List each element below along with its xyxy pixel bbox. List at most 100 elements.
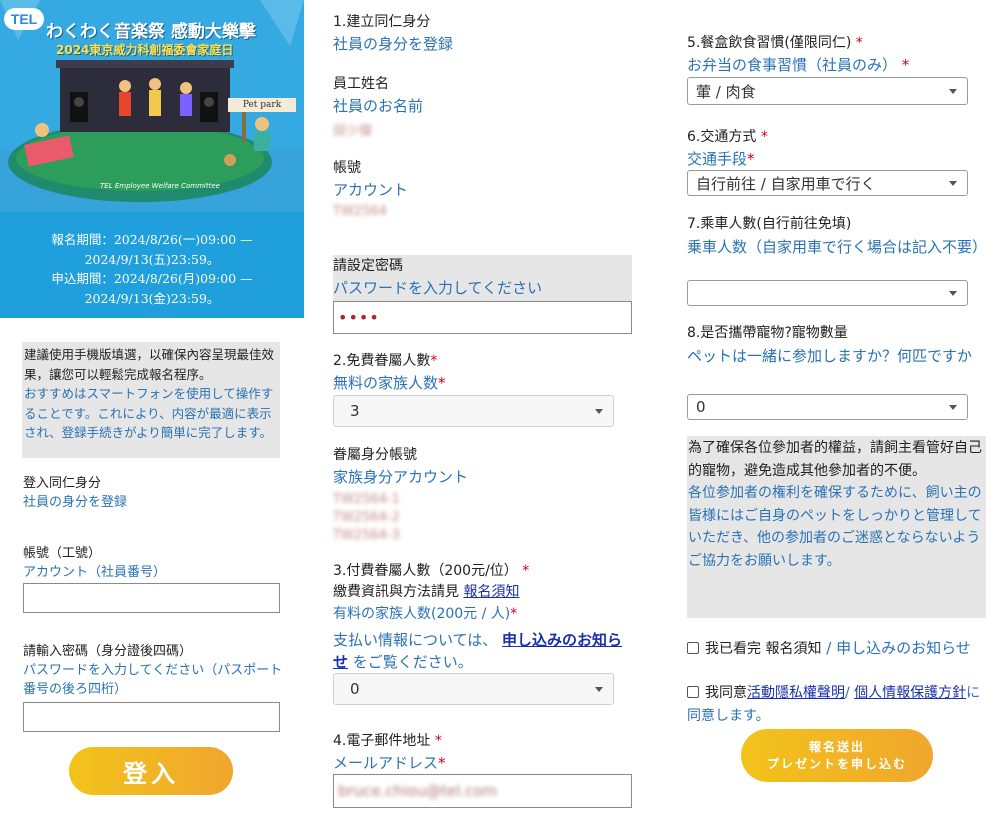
paid-family-count-label: 3.付費眷屬人數（200元/位） * — [333, 561, 633, 582]
registration-notice-link[interactable]: 報名須知 — [463, 584, 519, 600]
agree-notice-row: 我已看完 報名須知 / 申し込みのお知らせ — [687, 636, 987, 661]
required-star: * — [522, 563, 530, 579]
free-family-count-label: 2.免費眷屬人數* — [333, 351, 633, 372]
registration-period: 報名期間：2024/8/26(一)09:00 — 2024/9/13(五)23:… — [0, 212, 304, 318]
transport-label-jp-text: 交通手段 — [687, 150, 748, 168]
transport-label-text: 6.交通方式 — [687, 129, 757, 145]
pet-count-select[interactable]: 0 — [687, 394, 968, 420]
free-family-count-label-jp: 無料の家族人数* — [333, 372, 633, 394]
passenger-count-field: 7.乘車人數(自行前往免填) 乗車人数（自家用車で行く場合は記入不要） — [687, 214, 987, 259]
required-star: * — [438, 374, 446, 392]
email-input[interactable]: bruce.chiou@tel.com — [333, 774, 632, 808]
login-heading: 登入同仁身分 社員の身分を登録 — [23, 474, 283, 512]
transport-label: 6.交通方式 * — [687, 127, 987, 148]
payment-info-note-jp-pre: 支払い情報については、 — [333, 631, 498, 649]
chevron-down-icon — [949, 291, 957, 296]
personal-info-policy-link[interactable]: 個人情報保護方針 — [854, 685, 966, 701]
meal-preference-value: 葷 / 肉食 — [696, 82, 756, 101]
submit-button[interactable]: 報名送出 プレゼントを申し込む — [741, 729, 933, 782]
agree-privacy-sep: / — [845, 685, 850, 701]
section-1-title: 1.建立同仁身分 — [333, 14, 431, 30]
period-line-4: 2024/9/13(金)23:59。 — [84, 290, 220, 306]
chevron-down-icon — [949, 405, 957, 410]
login-button[interactable]: 登入 — [69, 747, 233, 795]
period-line-1: 報名期間：2024/8/26(一)09:00 — — [51, 232, 253, 247]
agree-notice-sep: / — [826, 639, 832, 657]
employee-name-label: 員工姓名 — [333, 76, 389, 92]
agree-privacy-checkbox[interactable] — [687, 686, 699, 698]
email-label-jp-text: メールアドレス — [333, 754, 439, 772]
meal-preference-field: 5.餐盒飲食習慣(僅限同仁) * お弁当の食事習慣（社員のみ） * — [687, 33, 987, 76]
account-value: TW2564 — [333, 204, 387, 219]
committee-label: TEL Employee Welfare Committee — [100, 182, 220, 190]
transport-select[interactable]: 自行前往 / 自家用車で行く — [687, 170, 968, 196]
pet-notice: 為了確保各位參加者的權益，請飼主看管好自己的寵物，避免造成其他參加者的不便。 各… — [687, 436, 986, 618]
family-account-label: 眷屬身分帳號 — [333, 447, 417, 463]
free-family-count-select[interactable]: 3 — [333, 395, 614, 427]
period-line-3: 申込期間：2024/8/26(月)09:00 — — [51, 271, 253, 286]
employee-name-field: 員工姓名 社員のお名前 邱少傑 — [333, 74, 633, 139]
pet-notice-jp: 各位参加者の権利を確保するために、飼い主の皆様にはご自身のペットをしっかりと管理… — [688, 485, 982, 569]
submit-button-zh: 報名送出 — [808, 739, 865, 754]
pet-count-field: 8.是否攜帶寵物?寵物數量 ペットは一緒に参加しますか？何匹ですか — [687, 323, 987, 368]
account-label: 帳號 — [333, 160, 361, 176]
required-star: * — [760, 129, 768, 145]
login-account-label-jp: アカウント（社員番号） — [23, 565, 167, 580]
paid-family-count-select[interactable]: 0 — [333, 673, 614, 705]
submit-button-jp: プレゼントを申し込む — [766, 756, 907, 771]
agree-privacy-row: 我同意活動隱私權聲明/ 個人情報保護方針に同意します。 — [687, 682, 987, 728]
banner-title: わくわく音楽祭 感動大樂擊 — [46, 22, 256, 42]
required-star: * — [747, 150, 755, 168]
free-family-count-field: 2.免費眷屬人數* 無料の家族人数* — [333, 351, 633, 394]
paid-family-count-label-jp-text: 有料の家族人数(200元 / 人) — [333, 606, 511, 622]
family-account-value-2: TW2564-2 — [333, 510, 400, 525]
set-password-label-jp: パスワードを入力してください — [333, 279, 543, 297]
transport-value: 自行前往 / 自家用車で行く — [696, 174, 876, 193]
free-family-count-value: 3 — [350, 402, 360, 420]
pet-notice-zh: 為了確保各位參加者的權益，請飼主看管好自己的寵物，避免造成其他參加者的不便。 — [688, 440, 982, 479]
period-line-2: 2024/9/13(五)23:59。 — [84, 251, 220, 267]
transport-label-jp: 交通手段* — [687, 148, 987, 170]
paid-family-count-value: 0 — [350, 680, 360, 698]
email-label-jp: メールアドレス* — [333, 752, 633, 774]
login-account-label: 帳號（工號） アカウント（社員番号） — [23, 544, 283, 582]
payment-info-note-text: 繳費資訊與方法請見 — [333, 584, 459, 600]
mobile-notice-jp: おすすめはスマートフォンを使用して操作することです。これにより、内容が最適に表示… — [24, 386, 274, 440]
tel-logo: TEL — [4, 8, 44, 30]
agree-notice-checkbox[interactable] — [687, 642, 699, 654]
set-password-field: 請設定密碼 パスワードを入力してください — [333, 255, 632, 301]
payment-info-note-jp: 支払い情報については、 申し込みのお知らせ をご覧ください。 — [333, 629, 633, 673]
passenger-count-label-jp: 乗車人数（自家用車で行く場合は記入不要） — [687, 238, 988, 256]
meal-preference-label-jp-text: お弁当の食事習慣（社員のみ） — [687, 56, 898, 74]
pet-count-value: 0 — [696, 398, 706, 416]
paid-family-count-label-text: 3.付費眷屬人數（200元/位） — [333, 563, 518, 579]
set-password-label: 請設定密碼 — [333, 258, 403, 274]
passenger-count-select[interactable] — [687, 280, 968, 306]
agree-privacy-pre: 我同意 — [705, 685, 747, 701]
login-password-label-zh: 請輸入密碼（身分證後四碼） — [23, 644, 193, 659]
email-label-text: 4.電子郵件地址 — [333, 733, 431, 749]
meal-preference-label-jp: お弁当の食事習慣（社員のみ） * — [687, 54, 987, 76]
pet-count-label: 8.是否攜帶寵物?寵物數量 — [687, 325, 848, 341]
payment-info-note-jp-post: をご覧ください。 — [352, 653, 473, 671]
family-account-value-3: TW2564-3 — [333, 528, 400, 543]
login-password-label: 請輸入密碼（身分證後四碼） パスワードを入力してください（パスポート番号の後ろ四… — [23, 642, 283, 699]
login-password-input[interactable] — [23, 702, 280, 732]
required-star: * — [855, 35, 863, 51]
account-label-jp: アカウント — [333, 181, 409, 199]
family-account-value-1: TW2564-1 — [333, 492, 400, 507]
employee-name-value: 邱少傑 — [333, 124, 373, 139]
section-1-title-jp: 社員の身分を登録 — [333, 35, 454, 53]
email-value: bruce.chiou@tel.com — [338, 782, 498, 800]
free-family-count-label-text: 2.免費眷屬人數 — [333, 353, 431, 369]
agree-notice-jp: 申し込みのお知らせ — [836, 639, 971, 657]
privacy-statement-link[interactable]: 活動隱私權聲明 — [747, 685, 845, 701]
free-family-count-label-jp-text: 無料の家族人数 — [333, 374, 439, 392]
set-password-input[interactable]: •••• — [333, 301, 632, 334]
chevron-down-icon — [949, 89, 957, 94]
banner-subtitle: 2024東京威力科創福委會家庭日 — [56, 43, 234, 57]
meal-preference-select[interactable]: 葷 / 肉食 — [687, 77, 968, 105]
login-password-label-jp: パスワードを入力してください（パスポート番号の後ろ四桁） — [23, 663, 283, 697]
login-account-input[interactable] — [23, 583, 280, 613]
email-label: 4.電子郵件地址 * — [333, 731, 633, 752]
